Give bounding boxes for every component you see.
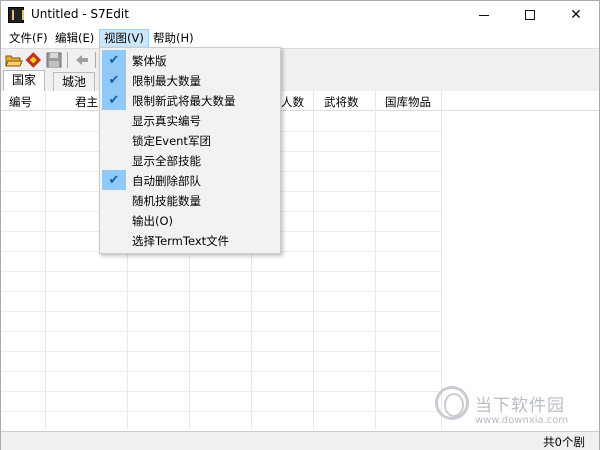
data-grid: 编号 君主 人数 武将数 国库物品 xyxy=(1,91,599,429)
column-header-count[interactable]: 人数 xyxy=(281,94,304,110)
check-icon: ✔ xyxy=(102,50,126,70)
title-bar: Untitled - S7Edit ✕ xyxy=(1,1,599,29)
tab-strip: 国家 城池 xyxy=(1,70,599,91)
menu-item-lock-event-army[interactable]: 锁定Event军团 xyxy=(102,130,278,150)
grid-header: 编号 君主 人数 武将数 国库物品 xyxy=(1,91,599,111)
menu-edit[interactable]: 编辑(E) xyxy=(51,29,98,48)
menu-item-label: 显示全部技能 xyxy=(132,154,201,168)
menu-item-label: 限制最大数量 xyxy=(132,74,201,88)
toolbar-separator xyxy=(95,52,96,68)
open-folder-button[interactable] xyxy=(5,51,23,69)
grid-column-line xyxy=(441,91,442,429)
window-title: Untitled - S7Edit xyxy=(31,7,129,21)
check-icon: ✔ xyxy=(102,90,126,110)
menu-bar: 文件(F) 编辑(E) 视图(V) 帮助(H) xyxy=(1,29,599,48)
menu-item-label: 随机技能数量 xyxy=(132,194,201,208)
watermark-title: 当下软件园 xyxy=(475,396,565,416)
grid-row-line xyxy=(1,331,441,332)
grid-column-line xyxy=(45,91,46,429)
grid-row-line xyxy=(1,271,441,272)
grid-row-line xyxy=(1,411,441,412)
column-header-id[interactable]: 编号 xyxy=(9,94,32,110)
maximize-button[interactable] xyxy=(507,1,553,29)
menu-view[interactable]: 视图(V) xyxy=(99,29,149,48)
menu-item-label: 自动删除部队 xyxy=(132,174,201,188)
open-folder-icon xyxy=(5,55,23,67)
status-bar: 共0个剧 xyxy=(1,431,599,450)
app-icon xyxy=(8,7,24,23)
menu-item-output[interactable]: 输出(O) xyxy=(102,210,278,230)
menu-file[interactable]: 文件(F) xyxy=(5,29,52,48)
menu-item-label: 输出(O) xyxy=(132,214,174,228)
close-button[interactable]: ✕ xyxy=(553,1,599,29)
menu-item-label: 选择TermText文件 xyxy=(132,234,230,248)
grid-column-line xyxy=(375,91,376,429)
menu-item-random-skill-count[interactable]: 随机技能数量 xyxy=(102,190,278,210)
toolbar xyxy=(1,48,599,70)
back-button[interactable] xyxy=(73,51,91,69)
toolbar-separator xyxy=(67,52,68,68)
grid-column-line xyxy=(313,91,314,429)
back-arrow-icon xyxy=(76,55,88,65)
column-header-generals[interactable]: 武将数 xyxy=(324,94,359,110)
check-icon: ✔ xyxy=(102,170,126,190)
minimize-button[interactable] xyxy=(461,1,507,29)
grid-row-line xyxy=(1,311,441,312)
tab-city[interactable]: 城池 xyxy=(53,72,96,91)
minimize-icon xyxy=(479,14,489,16)
menu-item-label: 繁体版 xyxy=(132,54,167,68)
menu-item-limit-max[interactable]: ✔ 限制最大数量 xyxy=(102,70,278,90)
menu-item-auto-delete-units[interactable]: ✔ 自动删除部队 xyxy=(102,170,278,190)
menu-item-label: 显示真实编号 xyxy=(132,114,201,128)
column-header-treasury[interactable]: 国库物品 xyxy=(385,94,431,110)
edit-icon xyxy=(25,52,42,68)
status-text: 共0个剧 xyxy=(543,435,585,449)
grid-row-line xyxy=(1,351,441,352)
watermark-logo xyxy=(435,386,469,420)
save-button[interactable] xyxy=(45,51,63,69)
menu-item-label: 锁定Event军团 xyxy=(132,134,211,148)
grid-row-line xyxy=(1,391,441,392)
grid-row-line xyxy=(1,291,441,292)
menu-item-label: 限制新武将最大数量 xyxy=(132,94,236,108)
view-menu-dropdown: ✔ 繁体版 ✔ 限制最大数量 ✔ 限制新武将最大数量 显示真实编号 锁定Even… xyxy=(99,47,281,254)
save-icon xyxy=(46,52,62,68)
column-header-ruler[interactable]: 君主 xyxy=(75,94,98,110)
menu-item-select-termtext[interactable]: 选择TermText文件 xyxy=(102,230,278,250)
app-window: Untitled - S7Edit ✕ 文件(F) 编辑(E) 视图(V) 帮助… xyxy=(0,0,600,450)
tab-country[interactable]: 国家 xyxy=(3,70,46,91)
menu-item-show-all-skills[interactable]: 显示全部技能 xyxy=(102,150,278,170)
menu-help[interactable]: 帮助(H) xyxy=(149,29,198,48)
close-icon: ✕ xyxy=(570,7,582,23)
check-icon: ✔ xyxy=(102,70,126,90)
maximize-icon xyxy=(525,10,535,20)
watermark-url: www.downxia.com xyxy=(475,415,569,426)
menu-item-show-real-id[interactable]: 显示真实编号 xyxy=(102,110,278,130)
edit-button[interactable] xyxy=(25,51,43,69)
grid-row-line xyxy=(1,371,441,372)
menu-item-limit-new-generals[interactable]: ✔ 限制新武将最大数量 xyxy=(102,90,278,110)
menu-item-traditional[interactable]: ✔ 繁体版 xyxy=(102,50,278,70)
